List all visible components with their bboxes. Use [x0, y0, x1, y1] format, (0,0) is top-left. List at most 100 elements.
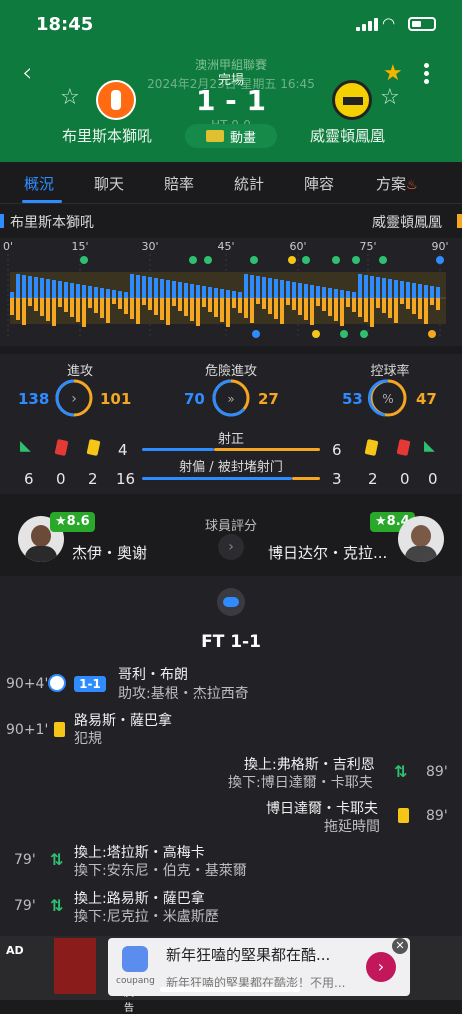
- timeline-corner-icon: [352, 256, 360, 264]
- momentum-away-bar: [124, 298, 128, 314]
- substitution-icon: ⇅: [394, 762, 408, 781]
- timeline-tick: 30': [141, 240, 158, 253]
- momentum-away-bar: [106, 298, 110, 323]
- sub-in-player[interactable]: 換上:路易斯・薩巴拿: [74, 888, 205, 908]
- momentum-home-bar: [430, 286, 434, 298]
- svg-text:›: ›: [71, 391, 77, 407]
- momentum-away-bar: [172, 298, 176, 306]
- momentum-away-bar: [10, 298, 14, 315]
- attack-label: 進攻: [66, 364, 93, 379]
- momentum-home-bar: [220, 289, 224, 298]
- rating-arrow-icon[interactable]: ›: [218, 534, 244, 560]
- timeline-sub-icon: [340, 330, 348, 338]
- shots-on-home-bar: [142, 448, 214, 451]
- home-team-logo[interactable]: [96, 80, 136, 120]
- shots-off-home-bar: [142, 477, 292, 480]
- home-team-name[interactable]: 布里斯本獅吼: [62, 125, 152, 146]
- home-indicator[interactable]: [160, 987, 300, 992]
- sub-in-player[interactable]: 換上:塔拉斯・高梅卡: [74, 842, 205, 862]
- home-player-name[interactable]: 杰伊・奧谢: [72, 542, 147, 563]
- timeline-tick: 90': [431, 240, 448, 253]
- more-menu-icon[interactable]: [424, 60, 430, 87]
- tab-plans[interactable]: 方案♨: [376, 173, 418, 194]
- momentum-home-bar: [226, 290, 230, 298]
- momentum-home-bar: [190, 284, 194, 298]
- player-rating-panel[interactable]: ★8.6 杰伊・奧谢 球員評分 › 博日达尔・克拉... ★8.4: [0, 504, 462, 570]
- animation-button[interactable]: 動畫: [185, 124, 277, 148]
- away-team-logo[interactable]: [332, 80, 372, 120]
- away-player-name[interactable]: 博日达尔・克拉...: [268, 542, 387, 563]
- tab-overview[interactable]: 概況: [24, 173, 54, 194]
- momentum-away-bar: [202, 298, 206, 307]
- ad-image[interactable]: ♪ 廣告: [54, 938, 134, 1014]
- momentum-away-bar: [244, 298, 248, 318]
- ad-close-icon[interactable]: ✕: [392, 938, 408, 954]
- momentum-home-bar: [286, 281, 290, 298]
- timeline-tick: 75': [359, 240, 376, 253]
- svg-text:»: »: [227, 392, 234, 406]
- substitution-icon: ⇅: [50, 896, 64, 915]
- momentum-home-bar: [100, 288, 104, 298]
- momentum-away-bar: [178, 298, 182, 311]
- momentum-away-bar: [46, 298, 50, 321]
- momentum-away-bar: [400, 298, 404, 304]
- away-player-avatar[interactable]: [398, 516, 444, 562]
- momentum-home-bar: [238, 292, 242, 298]
- possession-away: 47: [416, 390, 437, 408]
- yellow-card-icon: [398, 808, 409, 823]
- home-color-marker: [0, 214, 4, 228]
- momentum-home-bar: [424, 285, 428, 298]
- booking-reason: 犯規: [74, 731, 102, 747]
- timeline-home-team: 布里斯本獅吼: [10, 215, 94, 231]
- momentum-away-bar: [88, 298, 92, 308]
- tab-stats[interactable]: 統計: [234, 173, 264, 194]
- tab-odds[interactable]: 賠率: [164, 173, 194, 194]
- favorite-home-icon[interactable]: ☆: [60, 85, 80, 110]
- shots-on-label: 射正: [217, 432, 244, 447]
- momentum-away-bar: [94, 298, 98, 313]
- momentum-home-bar: [202, 286, 206, 298]
- whistle-icon: [217, 588, 245, 616]
- home-yellow-cards: 2: [88, 470, 98, 488]
- sub-in-player[interactable]: 換上:弗格斯・吉利恩: [244, 754, 375, 774]
- attack-away: 101: [100, 390, 132, 408]
- momentum-away-bar: [286, 298, 290, 305]
- goal-score-tag: 1-1: [74, 676, 106, 692]
- momentum-away-bar: [298, 298, 302, 315]
- shots-off-away: 3: [332, 470, 342, 488]
- tab-chat[interactable]: 聊天: [94, 173, 124, 194]
- momentum-home-bar: [148, 277, 152, 298]
- favorite-match-icon[interactable]: ★: [383, 61, 403, 86]
- tab-lineup[interactable]: 陣容: [304, 173, 334, 194]
- momentum-home-bar: [388, 279, 392, 298]
- goal-scorer[interactable]: 哥利・布朗: [118, 664, 188, 684]
- momentum-home-bar: [112, 290, 116, 298]
- momentum-away-bar: [424, 298, 428, 324]
- status-bar: 18:45 ◠: [0, 0, 462, 50]
- timeline-corner-icon: [250, 256, 258, 264]
- booked-player[interactable]: 博日達爾・卡耶夫: [266, 798, 378, 818]
- momentum-away-bar: [358, 298, 362, 317]
- momentum-home-bar: [160, 279, 164, 298]
- momentum-away-bar: [76, 298, 80, 322]
- momentum-home-bar: [184, 283, 188, 298]
- favorite-away-icon[interactable]: ☆: [380, 85, 400, 110]
- home-corners: 6: [24, 470, 34, 488]
- booked-player[interactable]: 路易斯・薩巴拿: [74, 710, 172, 730]
- momentum-home-bar: [136, 275, 140, 298]
- attack-ring: ›: [55, 379, 93, 417]
- momentum-away-bar: [280, 298, 284, 324]
- momentum-home-bar: [298, 283, 302, 298]
- momentum-home-bar: [208, 287, 212, 298]
- tab-bar: 概況 聊天 賠率 統計 陣容 方案♨: [0, 162, 462, 204]
- away-team-name[interactable]: 威靈頓鳳凰: [310, 125, 385, 146]
- momentum-away-bar: [142, 298, 146, 305]
- momentum-home-bar: [82, 285, 86, 298]
- away-yellow-cards: 2: [368, 470, 378, 488]
- momentum-home-bar: [256, 276, 260, 298]
- home-red-card-icon: [54, 439, 69, 456]
- event-minute: 89': [426, 808, 448, 824]
- match-events: FT 1-1 90+4' 1-1 哥利・布朗 助攻:基根・杰拉西奇 90+1' …: [0, 576, 462, 936]
- momentum-timeline[interactable]: 0' 15' 30' 45' 60' 75' 90': [0, 238, 462, 346]
- ad-go-button[interactable]: ›: [366, 952, 396, 982]
